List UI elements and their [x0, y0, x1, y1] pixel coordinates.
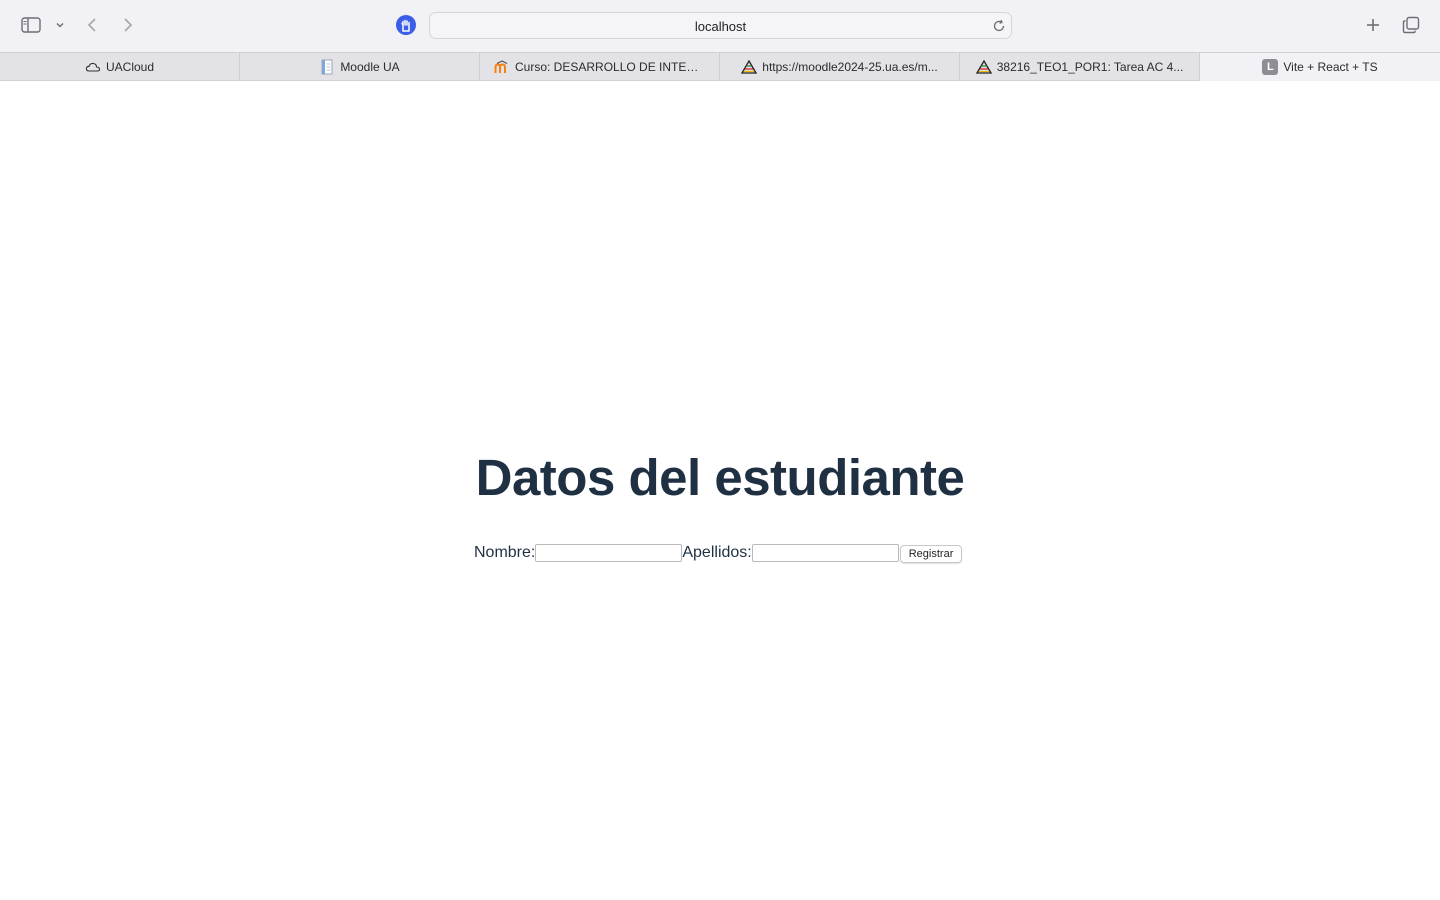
moodle-icon [494, 59, 510, 75]
back-icon[interactable] [82, 14, 102, 36]
ua-logo-icon [975, 59, 992, 75]
tab-curso-desarrollo[interactable]: Curso: DESARROLLO DE INTER... [480, 53, 720, 81]
address-text: localhost [694, 19, 747, 34]
registrar-button[interactable]: Registrar [899, 545, 963, 563]
tab-label: Curso: DESARROLLO DE INTER... [515, 60, 705, 74]
tab-uacloud[interactable]: UACloud [0, 53, 240, 81]
tab-moodle-ua[interactable]: Moodle UA [240, 53, 480, 81]
document-icon [319, 59, 335, 75]
tab-vite-react-ts[interactable]: L Vite + React + TS [1200, 53, 1440, 81]
tab-moodle-url[interactable]: https://moodle2024-25.ua.es/m... [720, 53, 960, 81]
ua-logo-icon [741, 59, 758, 75]
address-bar[interactable]: localhost [429, 12, 1012, 39]
tab-bar: UACloud Moodle UA Curso: DESARROLLO DE I… [0, 52, 1440, 81]
page-title: Datos del estudiante [475, 449, 965, 506]
chevron-down-icon[interactable] [53, 16, 67, 34]
tab-label: 38216_TEO1_POR1: Tarea AC 4... [996, 60, 1184, 74]
tab-label: UACloud [105, 60, 155, 74]
letter-l-icon: L [1262, 59, 1279, 75]
cloud-icon [85, 59, 101, 75]
new-tab-icon[interactable] [1362, 14, 1384, 36]
tab-label: Moodle UA [340, 60, 400, 74]
forward-icon[interactable] [118, 14, 138, 36]
browser-toolbar: localhost [0, 0, 1440, 52]
student-form: Nombre: Apellidos: Registrar [474, 543, 963, 563]
sidebar-toggle-icon[interactable] [19, 14, 43, 36]
tab-overview-icon[interactable] [1400, 14, 1422, 36]
reload-icon[interactable] [992, 19, 1006, 33]
tab-label: https://moodle2024-25.ua.es/m... [762, 60, 938, 74]
apellidos-label: Apellidos: [682, 544, 752, 561]
nombre-label: Nombre: [474, 544, 536, 561]
tab-tarea-ac4[interactable]: 38216_TEO1_POR1: Tarea AC 4... [960, 53, 1200, 81]
page-content: Datos del estudiante Nombre: Apellidos: … [0, 81, 1440, 900]
privacy-shield-icon[interactable] [396, 15, 416, 35]
tab-label: Vite + React + TS [1283, 60, 1378, 74]
apellidos-input[interactable] [751, 544, 899, 562]
nombre-input[interactable] [535, 544, 683, 562]
